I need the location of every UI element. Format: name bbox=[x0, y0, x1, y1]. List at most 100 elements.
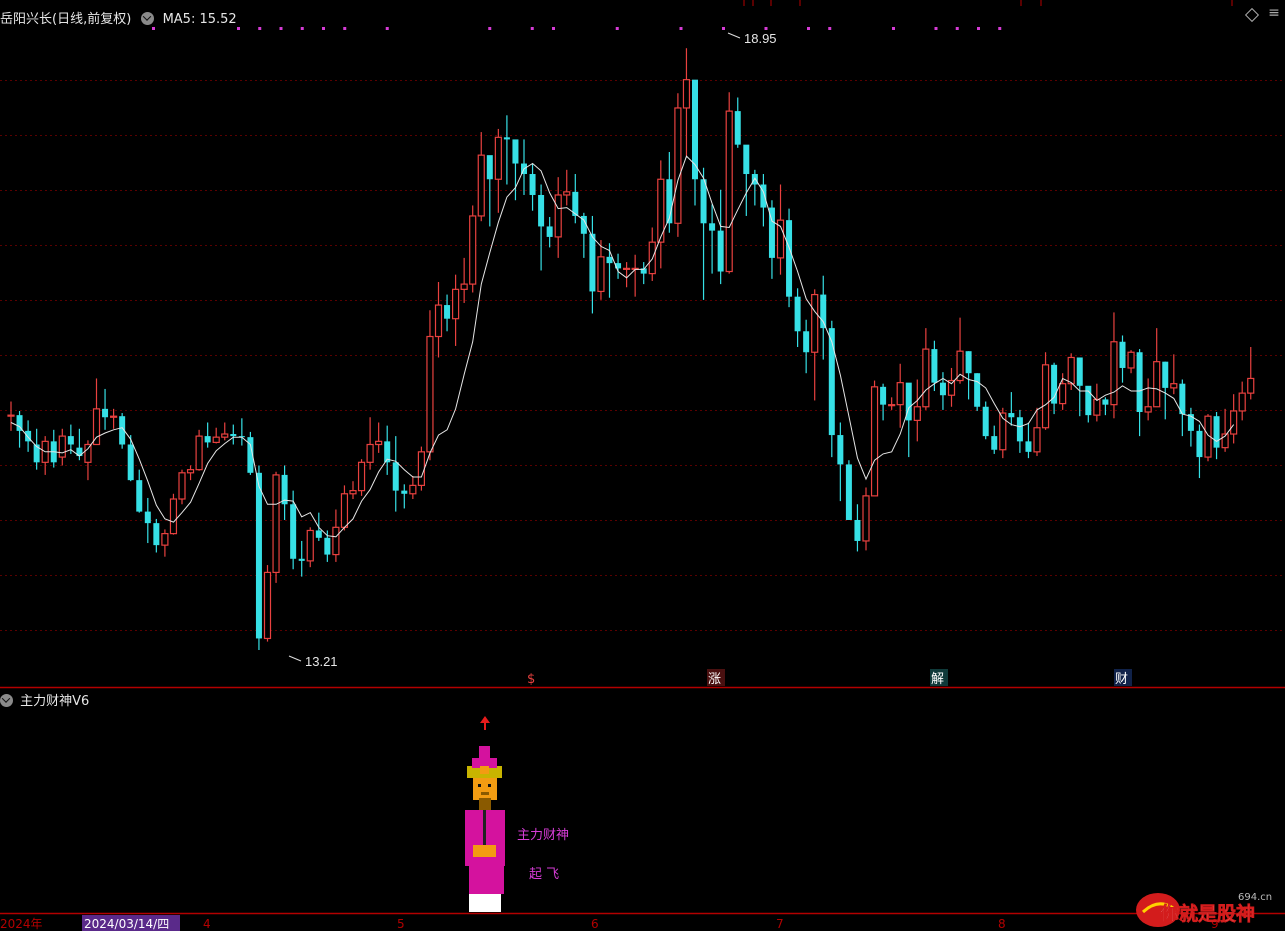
candle-body bbox=[169, 498, 178, 535]
candle-body bbox=[512, 139, 519, 164]
candle-body bbox=[939, 382, 946, 396]
candle-body bbox=[529, 174, 536, 195]
candle-body bbox=[811, 293, 819, 353]
candle-body bbox=[717, 230, 724, 272]
candle-body bbox=[469, 215, 477, 285]
candle-body bbox=[84, 443, 92, 463]
candle-body bbox=[1127, 351, 1135, 369]
candle-body bbox=[349, 490, 357, 495]
time-label-month-6: 6 bbox=[591, 917, 599, 931]
indicator-toggle-icon[interactable] bbox=[0, 694, 13, 707]
indicator-title: 主力财神V6 bbox=[20, 694, 90, 709]
candle-body bbox=[1230, 410, 1238, 435]
ma-label: MA5: 15.52 bbox=[162, 12, 237, 27]
candle-body bbox=[409, 484, 417, 495]
candle-body bbox=[725, 110, 733, 273]
time-label-month-4: 4 bbox=[203, 917, 211, 931]
top-marker-dot bbox=[828, 27, 832, 30]
watermark-text: 你就是股神 bbox=[1159, 902, 1255, 925]
candle-body bbox=[340, 493, 349, 528]
time-label-cursor-date: 2024/03/14/四 bbox=[84, 917, 169, 931]
candle-body bbox=[682, 79, 691, 109]
candle-body bbox=[1196, 430, 1203, 458]
candle-body bbox=[1041, 364, 1050, 429]
candle-body bbox=[221, 433, 229, 438]
candle-body bbox=[786, 220, 793, 297]
candle-body bbox=[444, 305, 451, 319]
candle-body bbox=[1067, 356, 1075, 385]
candle-body bbox=[1153, 361, 1161, 408]
candle-body bbox=[290, 504, 297, 559]
candle-body bbox=[1025, 441, 1032, 452]
candle-body bbox=[674, 107, 682, 224]
candle-body bbox=[486, 155, 493, 180]
top-marker-dot bbox=[934, 27, 938, 30]
candle-body bbox=[272, 474, 280, 574]
candle-body bbox=[1247, 377, 1255, 394]
top-marker-dot bbox=[955, 27, 959, 30]
high-annotation: 18.95 bbox=[727, 31, 777, 46]
time-axis: 2024年 2024/03/14/四 4 5 6 7 8 9 bbox=[0, 915, 1219, 931]
top-marker-dot bbox=[679, 27, 683, 30]
candle-body bbox=[554, 194, 562, 238]
candle-body bbox=[1144, 406, 1152, 413]
indicator-label-main: 主力财神 bbox=[517, 828, 569, 843]
candle-body bbox=[837, 435, 844, 465]
up-arrow-icon bbox=[480, 716, 490, 723]
candle-body bbox=[1110, 341, 1118, 406]
chart-header: 岳阳兴长(日线,前复权) MA5: 15.52 bbox=[0, 8, 237, 27]
grid-lines bbox=[0, 0, 1285, 631]
signal-marker-wealth: 财 bbox=[1115, 672, 1128, 687]
candle-body bbox=[417, 451, 425, 486]
top-marker-dot bbox=[722, 27, 725, 30]
candle-body bbox=[1016, 417, 1023, 442]
ma5-line bbox=[10, 155, 1235, 538]
candle-body bbox=[1008, 413, 1015, 418]
candle-body bbox=[820, 294, 827, 329]
candle-body bbox=[392, 462, 399, 491]
low-annotation: 13.21 bbox=[288, 654, 338, 669]
top-marker-dot bbox=[552, 27, 555, 30]
candles-layer bbox=[7, 48, 1255, 650]
top-marker-dot bbox=[279, 27, 283, 30]
settings-toggle-icon[interactable] bbox=[141, 12, 155, 25]
time-label-month-5: 5 bbox=[397, 917, 405, 931]
candle-body bbox=[503, 137, 510, 140]
indicator-label-takeoff: 起 飞 bbox=[529, 867, 559, 882]
price-chart[interactable]: 18.95 13.21 $ 涨 解 财 主力财神 起 飞 2024年 2024/… bbox=[0, 0, 1285, 931]
candle-body bbox=[974, 373, 981, 407]
top-marker-dot bbox=[152, 27, 155, 30]
candle-body bbox=[153, 523, 160, 546]
candle-body bbox=[931, 349, 938, 383]
candle-body bbox=[357, 461, 366, 492]
candle-body bbox=[538, 194, 545, 227]
candle-body bbox=[1238, 392, 1246, 412]
candle-body bbox=[1162, 361, 1169, 388]
candle-body bbox=[1093, 398, 1101, 416]
candle-body bbox=[255, 472, 262, 639]
candle-body bbox=[1136, 352, 1143, 412]
candle-body bbox=[913, 406, 921, 421]
top-marker-dot bbox=[488, 27, 492, 30]
top-marker-dot bbox=[892, 27, 895, 30]
signal-marker-rise: 涨 bbox=[708, 672, 721, 687]
candle-body bbox=[366, 443, 374, 463]
candle-body bbox=[622, 267, 631, 270]
menu-icon[interactable]: ≡ bbox=[1267, 6, 1281, 20]
candle-body bbox=[33, 444, 40, 463]
candle-body bbox=[597, 256, 605, 293]
candle-body bbox=[136, 480, 143, 512]
candle-body bbox=[1119, 341, 1126, 368]
candle-body bbox=[212, 436, 220, 444]
candle-body bbox=[606, 256, 613, 264]
candle-body bbox=[1170, 383, 1178, 389]
candle-body bbox=[426, 335, 434, 453]
candle-body bbox=[477, 154, 485, 217]
signal-marker-dollar: $ bbox=[527, 672, 535, 687]
top-marker-dot bbox=[530, 27, 534, 30]
top-marker-dot bbox=[258, 27, 262, 30]
candle-body bbox=[1102, 399, 1109, 405]
top-marker-dot bbox=[807, 27, 810, 30]
candle-body bbox=[58, 435, 66, 458]
candle-body bbox=[127, 444, 134, 481]
